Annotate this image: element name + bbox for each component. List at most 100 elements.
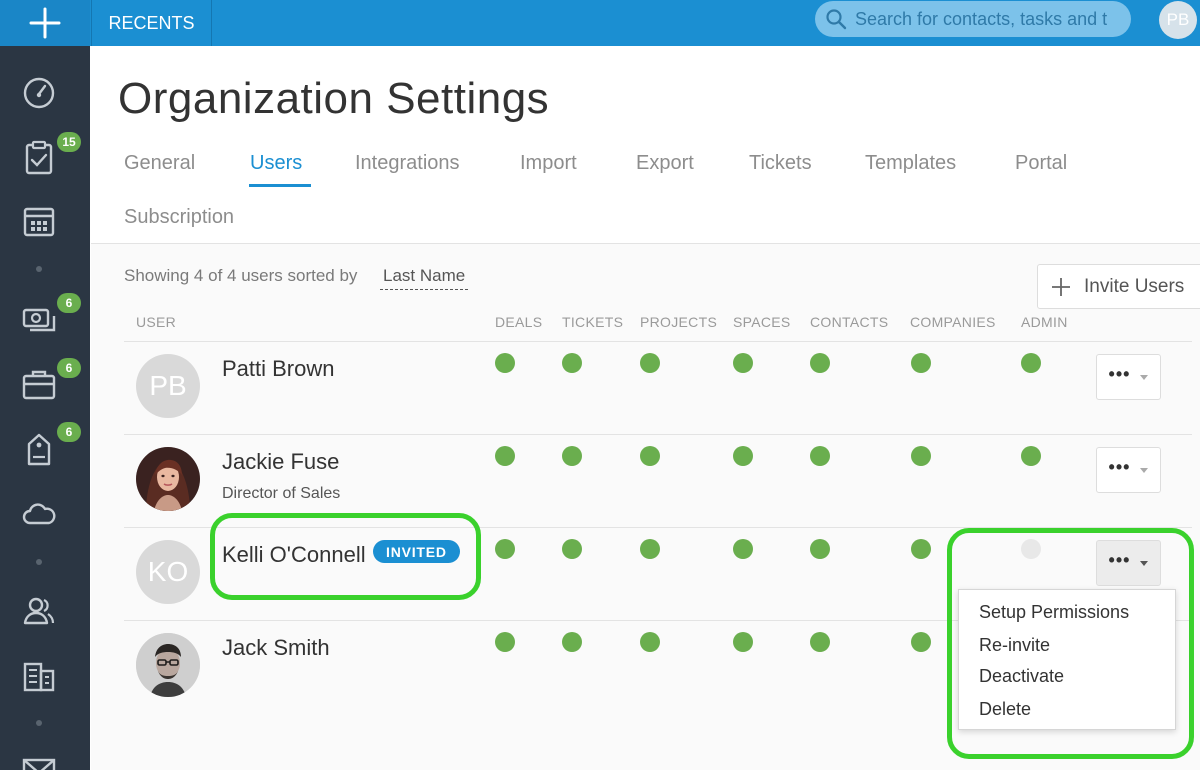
permission-deals[interactable]: [495, 539, 515, 559]
column-header-contacts: CONTACTS: [810, 314, 889, 330]
permission-admin[interactable]: [1021, 353, 1041, 373]
permission-spaces[interactable]: [733, 539, 753, 559]
permission-tickets[interactable]: [562, 632, 582, 652]
status-badge: INVITED: [373, 540, 460, 563]
search-icon: [826, 9, 847, 30]
permission-projects[interactable]: [640, 446, 660, 466]
permission-contacts[interactable]: [810, 539, 830, 559]
cloud-icon: [22, 503, 56, 525]
money-icon: [22, 308, 56, 332]
permission-deals[interactable]: [495, 353, 515, 373]
create-new-button[interactable]: [0, 0, 90, 46]
user-actions-button[interactable]: •••: [1096, 354, 1161, 400]
top-bar: RECENTS PB: [0, 0, 1200, 46]
permission-projects[interactable]: [640, 539, 660, 559]
permission-companies[interactable]: [911, 539, 931, 559]
plus-icon: [1052, 277, 1070, 296]
user-name[interactable]: Patti Brown: [222, 356, 335, 382]
permission-spaces[interactable]: [733, 446, 753, 466]
sidebar-item-projects[interactable]: [20, 366, 58, 404]
avatar: [136, 633, 200, 697]
sidebar-separator: [36, 266, 42, 272]
permission-spaces[interactable]: [733, 632, 753, 652]
sidebar-item-deals[interactable]: [20, 300, 58, 338]
tasks-count-badge: 15: [57, 132, 81, 152]
sidebar-item-contacts[interactable]: [20, 592, 58, 630]
user-actions-button[interactable]: •••: [1096, 540, 1161, 586]
projects-count-badge: 6: [57, 358, 81, 378]
user-avatar[interactable]: PB: [1159, 1, 1197, 39]
column-header-projects: PROJECTS: [640, 314, 718, 330]
tab-import[interactable]: Import: [520, 152, 577, 175]
contacts-icon: [23, 597, 55, 625]
page-title: Organization Settings: [118, 74, 550, 123]
search-input[interactable]: [855, 8, 1131, 30]
calendar-icon: [23, 207, 55, 237]
tab-subscription[interactable]: Subscription: [124, 206, 234, 229]
tab-users[interactable]: Users: [250, 152, 302, 175]
permission-admin[interactable]: [1021, 539, 1041, 559]
tab-tickets[interactable]: Tickets: [749, 152, 812, 175]
sidebar-item-dashboard[interactable]: [20, 74, 58, 112]
more-icon: •••: [1108, 549, 1131, 570]
permission-tickets[interactable]: [562, 353, 582, 373]
permission-contacts[interactable]: [810, 446, 830, 466]
permission-spaces[interactable]: [733, 353, 753, 373]
tab-general[interactable]: General: [124, 152, 195, 175]
avatar: KO: [136, 540, 200, 604]
tab-templates[interactable]: Templates: [865, 152, 956, 175]
deals-count-badge: 6: [57, 293, 81, 313]
avatar: PB: [136, 354, 200, 418]
user-name[interactable]: Kelli O'Connell: [222, 542, 366, 568]
tab-portal[interactable]: Portal: [1015, 152, 1067, 175]
permission-companies[interactable]: [911, 353, 931, 373]
active-tab-indicator: [249, 184, 311, 187]
global-search[interactable]: [815, 1, 1131, 37]
permission-contacts[interactable]: [810, 632, 830, 652]
sidebar-item-tasks[interactable]: [20, 138, 58, 176]
recents-button[interactable]: RECENTS: [91, 0, 212, 46]
permission-tickets[interactable]: [562, 539, 582, 559]
more-icon: •••: [1108, 363, 1131, 384]
permission-projects[interactable]: [640, 353, 660, 373]
permission-projects[interactable]: [640, 632, 660, 652]
menu-item-re-invite[interactable]: Re-invite: [979, 635, 1050, 656]
tab-export[interactable]: Export: [636, 152, 694, 175]
briefcase-icon: [22, 370, 56, 400]
permission-companies[interactable]: [911, 632, 931, 652]
permission-companies[interactable]: [911, 446, 931, 466]
chevron-down-icon: [1140, 560, 1149, 566]
companies-icon: [23, 662, 55, 692]
menu-item-deactivate[interactable]: Deactivate: [979, 666, 1064, 687]
chevron-down-icon: [1140, 374, 1149, 380]
permission-deals[interactable]: [495, 632, 515, 652]
tab-integrations[interactable]: Integrations: [355, 152, 460, 175]
invite-users-button[interactable]: Invite Users: [1037, 264, 1200, 309]
sidebar-item-email[interactable]: [20, 752, 58, 770]
users-count-summary: Showing 4 of 4 users sorted by: [124, 266, 358, 285]
user-photo: [136, 633, 200, 697]
permission-deals[interactable]: [495, 446, 515, 466]
tasks-clipboard-icon: [25, 140, 53, 175]
sort-field-selector[interactable]: Last Name: [380, 266, 469, 290]
permission-admin[interactable]: [1021, 446, 1041, 466]
column-header-admin: ADMIN: [1021, 314, 1068, 330]
ticket-icon: [27, 433, 51, 466]
more-icon: •••: [1108, 456, 1131, 477]
user-name[interactable]: Jackie Fuse: [222, 449, 339, 475]
sidebar-separator: [36, 720, 42, 726]
sidebar-item-spaces[interactable]: [20, 495, 58, 533]
permission-tickets[interactable]: [562, 446, 582, 466]
sidebar-item-companies[interactable]: [20, 657, 58, 695]
menu-item-delete[interactable]: Delete: [979, 699, 1031, 720]
chevron-down-icon: [1140, 467, 1149, 473]
user-title: Director of Sales: [222, 485, 341, 502]
sidebar-item-tickets[interactable]: [20, 430, 58, 468]
user-name[interactable]: Jack Smith: [222, 635, 330, 661]
sidebar-item-calendar[interactable]: [20, 203, 58, 241]
menu-item-setup-permissions[interactable]: Setup Permissions: [979, 602, 1129, 623]
table-row: PB Patti Brown •••: [124, 342, 1192, 434]
user-actions-button[interactable]: •••: [1096, 447, 1161, 493]
permission-contacts[interactable]: [810, 353, 830, 373]
user-photo: [136, 447, 200, 511]
